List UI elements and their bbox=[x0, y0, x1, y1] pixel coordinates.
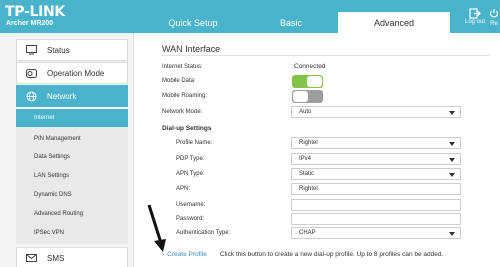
sidebar-item-operation-mode[interactable]: Operation Mode bbox=[16, 62, 128, 84]
sidebar-item-label: Status bbox=[47, 45, 70, 55]
apn-type-label: APN Type: bbox=[176, 171, 205, 177]
toggle-knob bbox=[307, 76, 322, 87]
auth-type-label: Authentication Type: bbox=[176, 230, 231, 236]
apn-type-select[interactable]: Static bbox=[291, 168, 461, 180]
apn-label: APN: bbox=[176, 186, 191, 192]
sidebar-item-sms[interactable]: SMS bbox=[16, 247, 128, 267]
reboot-icon bbox=[489, 9, 499, 18]
submenu-item-internet[interactable]: Internet bbox=[16, 109, 128, 127]
password-label: Password: bbox=[176, 216, 205, 222]
profile-name-select[interactable]: Rightel bbox=[291, 137, 461, 149]
submenu-item-dynamic-dns[interactable]: Dynamic DNS bbox=[16, 186, 128, 204]
submenu-item-data-settings[interactable]: Data Settings bbox=[16, 148, 128, 166]
mobile-data-toggle[interactable] bbox=[292, 75, 323, 88]
page-title: WAN Interface bbox=[162, 44, 221, 54]
logout-icon bbox=[469, 8, 481, 19]
submenu-item-pin-management[interactable]: PIN Management bbox=[16, 130, 128, 148]
status-icon bbox=[25, 44, 37, 56]
password-input[interactable] bbox=[291, 213, 461, 225]
create-profile-link[interactable]: Create Profile bbox=[167, 251, 207, 258]
model-name: Archer MR200 bbox=[6, 20, 54, 27]
dialup-settings-heading: Dial-up Settings bbox=[162, 125, 212, 132]
pdp-type-label: PDP Type: bbox=[176, 156, 205, 162]
auth-type-select[interactable]: CHAP bbox=[291, 227, 461, 239]
sidebar-item-label: Network bbox=[47, 91, 77, 101]
internet-status-label: Internet Status: bbox=[162, 64, 203, 70]
reboot-button[interactable]: Re bbox=[488, 8, 500, 30]
top-header: TP-LINK Archer MR200 Quick Setup Basic A… bbox=[0, 0, 500, 33]
mobile-roaming-toggle[interactable] bbox=[292, 90, 323, 103]
create-profile-row: › Create Profile bbox=[162, 251, 207, 258]
envelope-icon bbox=[25, 252, 37, 264]
tab-quick-setup[interactable]: Quick Setup bbox=[133, 12, 253, 33]
tab-basic[interactable]: Basic bbox=[253, 12, 329, 33]
brand-logo: TP-LINK bbox=[5, 4, 65, 20]
submenu-item-ipsec-vpn[interactable]: IPSec VPN bbox=[16, 224, 128, 242]
internet-status-value: Connected bbox=[294, 63, 326, 70]
toggle-knob bbox=[293, 91, 308, 102]
sidebar-item-label: SMS bbox=[47, 253, 65, 263]
reboot-label: Re bbox=[490, 21, 498, 27]
submenu-item-advanced-routing[interactable]: Advanced Routing bbox=[16, 205, 128, 223]
username-input[interactable] bbox=[291, 199, 461, 211]
tab-advanced[interactable]: Advanced bbox=[338, 12, 450, 33]
sidebar-item-network[interactable]: Network bbox=[16, 85, 128, 107]
sidebar-item-label: Operation Mode bbox=[47, 68, 105, 78]
profile-name-label: Profile Name: bbox=[176, 140, 213, 146]
username-label: Username: bbox=[176, 202, 206, 208]
create-profile-description: Click this button to create a new dial-u… bbox=[220, 251, 444, 258]
submenu-item-lan-settings[interactable]: LAN Settings bbox=[16, 167, 128, 185]
network-globe-icon bbox=[25, 90, 37, 102]
chevron-right-icon: › bbox=[162, 251, 165, 258]
annotation-arrow-icon bbox=[147, 204, 166, 252]
operation-mode-icon bbox=[25, 67, 37, 79]
sidebar-item-status[interactable]: Status bbox=[16, 39, 128, 61]
mobile-data-label: Mobile Data: bbox=[162, 78, 196, 84]
title-divider bbox=[162, 55, 490, 56]
network-mode-label: Network Mode: bbox=[162, 109, 203, 115]
apn-input[interactable]: Rightel bbox=[291, 183, 461, 195]
pdp-type-select[interactable]: IPv4 bbox=[291, 153, 461, 165]
mobile-roaming-label: Mobile Roaming: bbox=[162, 93, 208, 99]
network-mode-select[interactable]: Auto bbox=[291, 106, 461, 118]
